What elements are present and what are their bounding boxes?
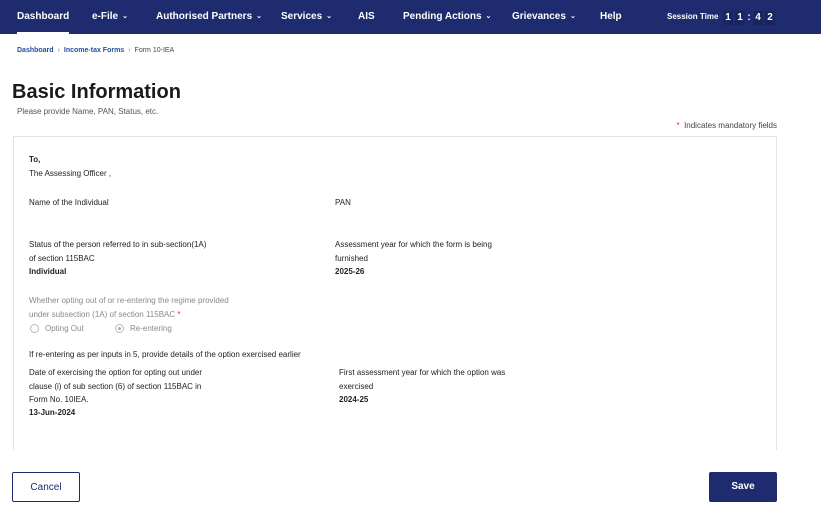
nav-grievances-label: Grievances: [512, 11, 566, 22]
breadcrumb: Dashboard › Income-tax Forms › Form 10-IEA: [17, 47, 174, 54]
ay-value: 2025-26: [335, 267, 365, 276]
save-button[interactable]: Save: [709, 472, 777, 502]
cancel-button[interactable]: Cancel: [12, 472, 80, 502]
to-value: The Assessing Officer ,: [29, 169, 112, 178]
date-label-line1: Date of exercising the option for opting…: [29, 368, 202, 377]
opting-out-label: Opting Out: [45, 324, 84, 333]
mandatory-note-text: Indicates mandatory fields: [684, 121, 777, 130]
reentering-note: If re-entering as per inputs in 5, provi…: [29, 350, 301, 359]
page-subtitle: Please provide Name, PAN, Status, etc.: [17, 107, 159, 116]
nav-help[interactable]: Help: [600, 0, 622, 34]
session-digit: 1: [735, 11, 745, 25]
re-entering-radio[interactable]: [115, 324, 124, 333]
chevron-down-icon: ⌄: [326, 13, 333, 20]
page-title: Basic Information: [12, 81, 181, 103]
nav-authorised-partners-label: Authorised Partners: [156, 11, 253, 22]
mandatory-star: *: [676, 121, 680, 130]
opting-label-line2-text: under subsection (1A) of section 115BAC: [29, 310, 176, 319]
chevron-down-icon: ⌄: [256, 13, 263, 20]
first-ay-label-line1: First assessment year for which the opti…: [339, 368, 506, 377]
nav-pending-actions[interactable]: Pending Actions ⌄: [403, 0, 491, 34]
session-digit: 4: [753, 11, 763, 25]
nav-grievances[interactable]: Grievances ⌄: [512, 0, 576, 34]
nav-dashboard-label: Dashboard: [17, 11, 70, 22]
to-label: To,: [29, 155, 41, 164]
name-label: Name of the Individual: [29, 198, 109, 207]
ay-label-line2: furnished: [335, 254, 368, 263]
chevron-down-icon: ⌄: [569, 13, 576, 20]
breadcrumb-separator: ›: [57, 47, 60, 54]
breadcrumb-income-tax-forms[interactable]: Income-tax Forms: [64, 47, 124, 54]
opting-out-radio[interactable]: [30, 324, 39, 333]
breadcrumb-separator: ›: [128, 47, 131, 54]
status-label-line1: Status of the person referred to in sub-…: [29, 240, 207, 249]
nav-dashboard[interactable]: Dashboard: [17, 0, 70, 34]
session-colon: :: [747, 12, 751, 23]
form-card: To, The Assessing Officer , Name of the …: [13, 136, 777, 450]
date-value: 13-Jun-2024: [29, 408, 76, 417]
session-digit: 2: [765, 11, 775, 25]
nav-help-label: Help: [600, 11, 622, 22]
top-navigation-bar: Dashboard e-File ⌄ Authorised Partners ⌄ S…: [0, 0, 821, 34]
mandatory-note: * Indicates mandatory fields: [676, 121, 777, 130]
session-time-label: Session Time: [667, 12, 719, 21]
first-ay-value: 2024-25: [339, 395, 369, 404]
chevron-down-icon: ⌄: [122, 13, 128, 20]
opting-label-line1: Whether opting out of or re-entering the…: [29, 296, 229, 305]
nav-services-label: Services: [281, 11, 323, 22]
nav-ais[interactable]: AIS: [358, 0, 375, 34]
required-star: *: [177, 310, 181, 319]
nav-efile[interactable]: e-File ⌄: [92, 0, 128, 34]
nav-pending-actions-label: Pending Actions: [403, 11, 482, 22]
session-timer: 11:42: [723, 11, 777, 25]
date-label-line2: clause (i) of sub section (6) of section…: [29, 382, 202, 391]
re-entering-label: Re-entering: [130, 324, 172, 333]
session-digit: 1: [723, 11, 733, 25]
status-label-line2: of section 115BAC: [29, 254, 95, 263]
breadcrumb-dashboard[interactable]: Dashboard: [17, 47, 54, 54]
nav-authorised-partners[interactable]: Authorised Partners ⌄: [156, 0, 262, 34]
nav-ais-label: AIS: [358, 11, 375, 22]
opting-label-line2: under subsection (1A) of section 115BAC …: [29, 308, 181, 321]
nav-efile-label: e-File: [92, 11, 119, 22]
nav-services[interactable]: Services ⌄: [281, 0, 332, 34]
first-ay-label-line2: exercised: [339, 382, 374, 391]
pan-label: PAN: [335, 198, 351, 207]
ay-label-line1: Assessment year for which the form is be…: [335, 240, 492, 249]
breadcrumb-current: Form 10-IEA: [134, 47, 175, 54]
date-label-line3: Form No. 10IEA.: [29, 395, 89, 404]
chevron-down-icon: ⌄: [485, 13, 492, 20]
status-value: Individual: [29, 267, 67, 276]
